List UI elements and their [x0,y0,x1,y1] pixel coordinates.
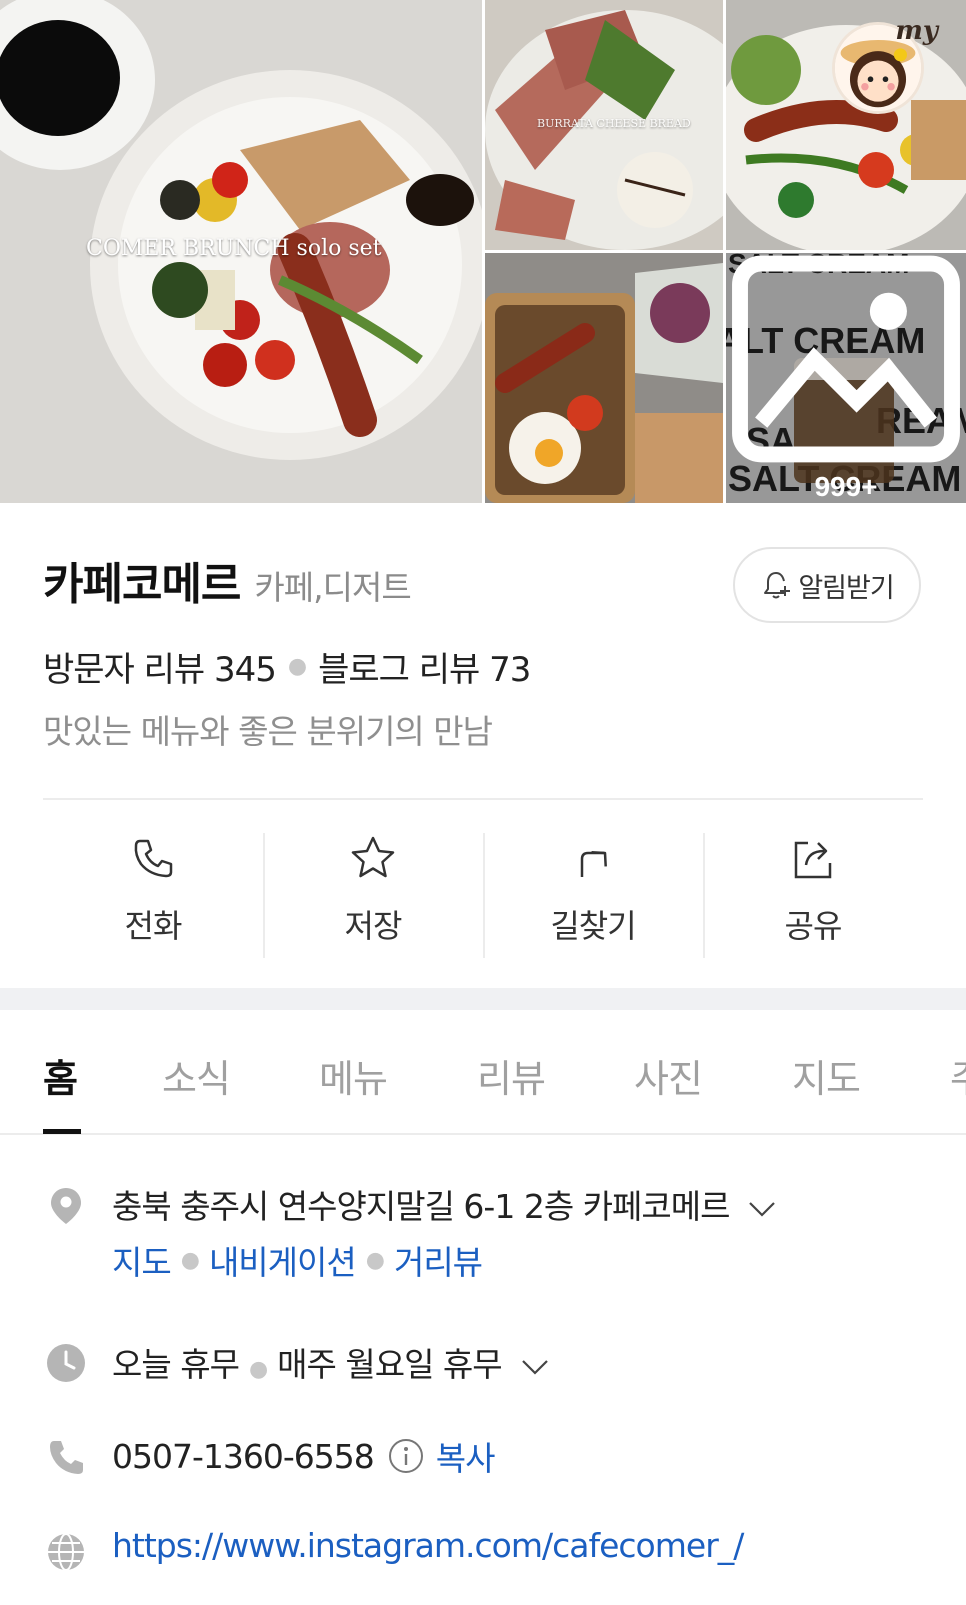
my-tag-label: my [895,16,938,46]
streetview-link[interactable]: 거리뷰 [394,1236,483,1284]
call-label: 전화 [124,907,183,945]
image-icon [732,255,960,463]
globe-icon [48,1533,84,1571]
burrata-photo[interactable]: BURRATA CHEESE BREAD [485,0,723,250]
active-tab-indicator [43,1129,81,1134]
place-tagline: 맛있는 메뉴와 좋은 분위기의 만남 [43,712,493,751]
review-counts: 방문자 리뷰 345 ● 블로그 리뷰 73 [43,642,531,691]
notify-label: 알림받기 [798,572,894,604]
chevron-down-icon[interactable] [747,1199,777,1219]
location-pin-icon [51,1188,81,1224]
tab-review[interactable]: 리뷰 [477,1048,546,1103]
hours-line: 오늘 휴무 ● 매주 월요일 휴무 [112,1338,550,1386]
address-text: 충북 충주시 연수양지말길 6-1 2층 카페코메르 [112,1187,730,1226]
directions-label: 길찾기 [550,907,636,945]
directions-icon [580,851,607,877]
phone-icon [50,1441,83,1474]
place-name: 카페코메르 [43,560,241,609]
photo-gallery: COMER BRUNCH solo set BURRATA CHEESE BRE… [0,0,966,503]
call-button[interactable]: 전화 [43,833,263,958]
notify-button[interactable]: 알림받기 [733,547,921,623]
tab-home[interactable]: 홈 [43,1048,78,1103]
website-link[interactable]: https://www.instagram.com/cafecomer_/ [112,1526,744,1565]
hours-note: 매주 월요일 휴무 [277,1345,502,1384]
tab-menu[interactable]: 메뉴 [319,1048,388,1103]
divider [43,798,923,800]
navigation-link[interactable]: 내비게이션 [209,1236,357,1284]
share-button[interactable]: 공유 [703,833,923,958]
today-status: 오늘 휴무 [112,1345,240,1384]
map-link[interactable]: 지도 [112,1236,172,1284]
separator-dot: ● [287,654,307,679]
action-bar: 전화 저장 길찾기 공유 [43,833,923,958]
separator-dot: ● [180,1247,200,1273]
more-photos-overlay[interactable]: 999+ [726,253,966,503]
salt-cream-photo[interactable]: SALT CREAM ALT CREAM SA REAM SALT CREAM … [726,253,966,503]
separator-dot: ● [365,1247,385,1273]
tab-more[interactable]: 주 [950,1048,966,1103]
phone-icon [134,839,173,878]
visitor-review-link[interactable]: 방문자 리뷰 345 [43,642,277,691]
burrata-caption: BURRATA CHEESE BREAD [537,117,691,130]
place-category: 카페,디저트 [254,568,411,607]
share-label: 공유 [784,907,843,945]
tab-bar: 홈 소식 메뉴 리뷰 사진 지도 주 [0,1010,966,1135]
directions-button[interactable]: 길찾기 [483,833,703,958]
main-photo[interactable]: COMER BRUNCH solo set [0,0,482,503]
blog-review-link[interactable]: 블로그 리뷰 73 [318,642,531,691]
share-icon [794,841,832,879]
more-photos-count: 999+ [814,471,878,502]
tab-map[interactable]: 지도 [792,1048,861,1103]
bell-plus-icon [764,572,791,599]
chevron-down-icon[interactable] [520,1357,550,1377]
tab-photo[interactable]: 사진 [634,1048,703,1103]
info-icon[interactable] [388,1438,424,1474]
takeout-box-image [485,253,723,503]
takeout-photo[interactable] [485,253,723,503]
address-links: 지도 ● 내비게이션 ● 거리뷰 [112,1236,483,1284]
phone-number[interactable]: 0507-1360-6558 [112,1437,375,1476]
address-line[interactable]: 충북 충주시 연수양지말길 6-1 2층 카페코메르 [112,1180,777,1228]
main-photo-caption: COMER BRUNCH solo set [86,236,382,261]
place-title-row: 카페코메르 카페,디저트 [43,548,412,612]
clock-icon [47,1344,85,1382]
tab-news[interactable]: 소식 [162,1048,231,1103]
phone-line: 0507-1360-6558 복사 [112,1432,495,1480]
save-button[interactable]: 저장 [263,833,483,958]
separator-dot: ● [248,1357,268,1382]
salad-photo[interactable]: my [726,0,966,250]
section-divider [0,988,966,1010]
copy-phone-button[interactable]: 복사 [436,1432,496,1480]
star-icon [351,836,395,878]
save-label: 저장 [344,907,403,945]
